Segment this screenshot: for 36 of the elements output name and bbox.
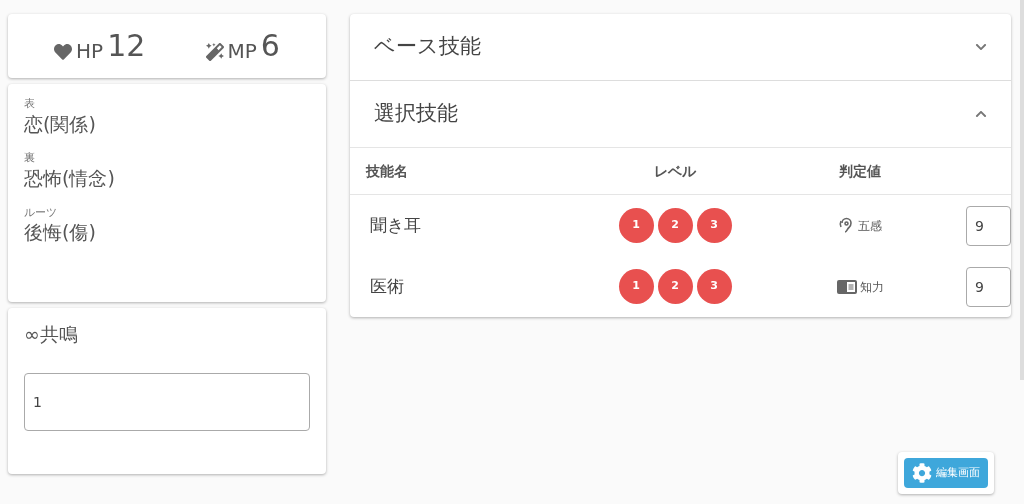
book-icon	[836, 278, 858, 295]
attribute-label: 知力	[860, 278, 884, 296]
resonance-title: ∞共鳴	[24, 322, 79, 347]
emotion-label: 表	[24, 96, 36, 112]
column-header: 判定値	[838, 161, 882, 181]
column-header: レベル	[653, 161, 697, 181]
section-header[interactable]: 選択技能	[350, 81, 1011, 147]
emotion-label: 裏	[24, 150, 36, 167]
attribute-label: 五感	[858, 217, 882, 235]
stat-label: HP	[76, 41, 104, 61]
emotion-value: 後悔(傷)	[24, 221, 97, 245]
settings-icon	[912, 463, 932, 483]
level-button[interactable]: 2	[657, 208, 693, 243]
stat-value: 12	[107, 31, 146, 61]
level-button[interactable]: 3	[696, 208, 732, 243]
level-button[interactable]: 2	[657, 269, 693, 304]
skill-name: 医術	[369, 274, 405, 298]
level-button[interactable]: 1	[618, 269, 654, 304]
heart-icon	[54, 43, 73, 61]
section-header[interactable]: ベース技能	[350, 14, 1011, 80]
level-button[interactable]: 1	[618, 208, 654, 243]
check-value-field[interactable]: 9	[966, 205, 1011, 246]
magic-wand-icon	[205, 43, 224, 61]
chevron-up-icon	[975, 108, 987, 120]
resonance-field[interactable]: 1	[24, 372, 310, 431]
column-header: 技能名	[364, 161, 409, 181]
emotion-value: 恐怖(情念)	[24, 166, 116, 191]
chevron-down-icon	[975, 41, 987, 53]
stat-value: 6	[260, 31, 280, 61]
level-button[interactable]: 3	[696, 269, 732, 304]
emotion-label: ルーツ	[24, 204, 58, 221]
emotion-value: 恋(関係)	[24, 112, 97, 137]
stat-label: MP	[227, 41, 257, 61]
edit-screen-button[interactable]: 編集画面	[904, 458, 988, 488]
skill-name: 聞き耳	[369, 213, 422, 237]
check-value-field[interactable]: 9	[966, 266, 1011, 307]
